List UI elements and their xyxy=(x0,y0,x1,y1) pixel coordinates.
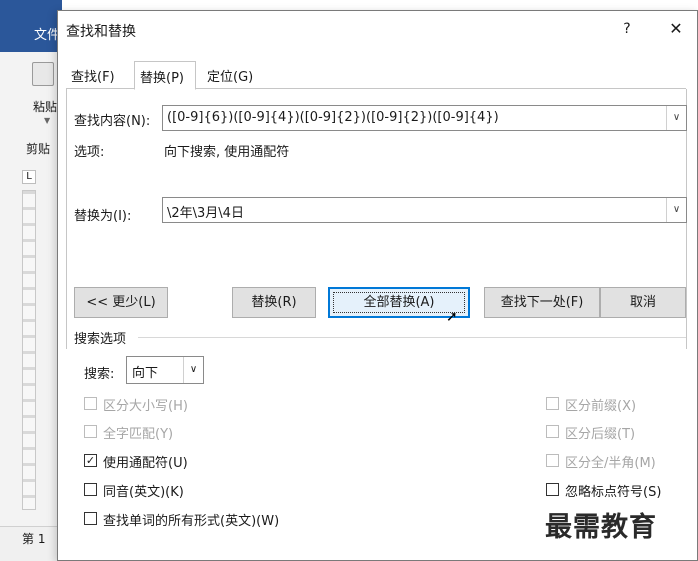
chevron-down-icon[interactable]: ∨ xyxy=(666,198,686,222)
checkbox-box[interactable] xyxy=(84,397,97,410)
find-replace-dialog: 查找和替换 ? ✕ 查找(F) 替换(P) 定位(G) 查找内容(N): ([0… xyxy=(57,10,698,561)
replace-with-label: 替换为(I): xyxy=(74,209,132,224)
cancel-button[interactable]: 取消 xyxy=(600,287,686,318)
mouse-pointer-icon: ➚ xyxy=(446,309,458,325)
chevron-down-icon[interactable]: ▼ xyxy=(44,116,50,125)
check-icon[interactable]: ✓ xyxy=(84,454,97,467)
chevron-down-icon[interactable]: ∨ xyxy=(666,106,686,130)
tab-goto-label: 定位(G) xyxy=(207,70,254,85)
use-wildcards-label: 使用通配符(U) xyxy=(103,456,188,471)
close-button[interactable]: ✕ xyxy=(664,19,688,41)
search-direction-label: 搜索: xyxy=(84,367,115,382)
all-word-forms-label: 查找单词的所有形式(英文)(W) xyxy=(103,514,280,529)
section-divider xyxy=(138,337,686,338)
tab-replace[interactable]: 替换(P) xyxy=(134,61,196,90)
paste-label[interactable]: 粘贴 xyxy=(33,98,57,115)
replace-with-combo[interactable]: \2年\3月\4日 ∨ xyxy=(162,197,687,223)
match-suffix-label: 区分后缀(T) xyxy=(565,427,636,442)
tab-find-label: 查找(F) xyxy=(71,70,115,85)
tab-find[interactable]: 查找(F) xyxy=(66,61,126,89)
whole-word-label: 全字匹配(Y) xyxy=(103,427,174,442)
options-label: 选项: xyxy=(74,145,105,160)
help-button[interactable]: ? xyxy=(616,21,638,41)
find-what-label: 查找内容(N): xyxy=(74,114,151,129)
find-what-combo[interactable]: ([0-9]{6})([0-9]{4})([0-9]{2})([0-9]{2})… xyxy=(162,105,687,131)
tab-replace-label: 替换(P) xyxy=(140,71,184,86)
search-direction-select[interactable]: 向下 ∨ xyxy=(126,356,204,384)
clipboard-label: 剪贴 xyxy=(26,142,51,156)
checkbox-box[interactable] xyxy=(546,425,559,438)
tab-stop-selector[interactable]: L xyxy=(22,170,36,184)
search-direction-value: 向下 xyxy=(132,366,159,381)
match-prefix-label: 区分前缀(X) xyxy=(565,399,637,414)
replace-with-input[interactable]: \2年\3月\4日 xyxy=(167,202,244,221)
find-what-input[interactable]: ([0-9]{6})([0-9]{4})([0-9]{2})([0-9]{2})… xyxy=(167,110,499,125)
less-button[interactable]: << 更少(L) xyxy=(74,287,168,318)
watermark-logo: 最需教育 xyxy=(545,512,657,543)
checkbox-box[interactable] xyxy=(546,397,559,410)
checkbox-box[interactable] xyxy=(546,483,559,496)
checkbox-box[interactable] xyxy=(546,454,559,467)
find-next-button[interactable]: 查找下一处(F) xyxy=(484,287,600,318)
word-background: 文件 粘贴 ▼ 剪贴 L 第 1 xyxy=(0,0,62,561)
checkbox-box[interactable] xyxy=(84,483,97,496)
tab-strip: 查找(F) 替换(P) 定位(G) xyxy=(66,61,686,90)
dialog-title: 查找和替换 xyxy=(66,24,136,40)
paste-icon[interactable] xyxy=(32,62,54,86)
tab-goto[interactable]: 定位(G) xyxy=(202,61,260,89)
replace-button[interactable]: 替换(R) xyxy=(232,287,316,318)
checkbox-box[interactable] xyxy=(84,512,97,525)
options-value: 向下搜索, 使用通配符 xyxy=(164,145,290,160)
chevron-down-icon[interactable]: ∨ xyxy=(183,357,203,383)
search-options-label: 搜索选项 xyxy=(74,332,127,347)
sounds-like-label: 同音(英文)(K) xyxy=(103,485,184,500)
vertical-ruler xyxy=(22,190,36,510)
title-bar[interactable]: 查找和替换 ? ✕ xyxy=(58,11,697,51)
status-page-number[interactable]: 第 1 xyxy=(22,530,45,547)
ignore-punctuation-label: 忽略标点符号(S) xyxy=(565,485,662,500)
checkbox-box[interactable] xyxy=(84,425,97,438)
match-case-label: 区分大小写(H) xyxy=(103,399,188,414)
match-width-label: 区分全/半角(M) xyxy=(565,456,656,471)
